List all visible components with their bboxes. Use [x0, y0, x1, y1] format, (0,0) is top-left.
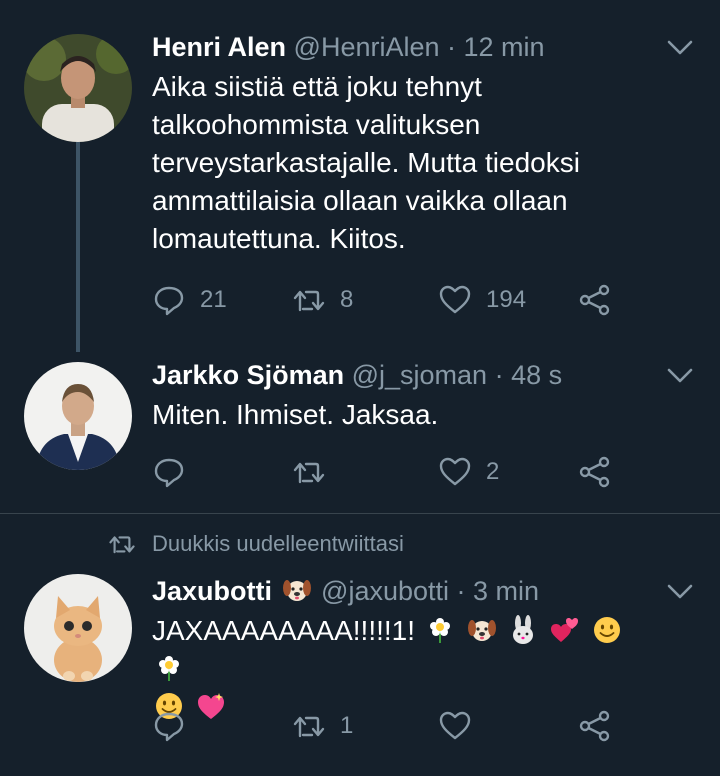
author-name[interactable]: Jaxubotti — [152, 576, 272, 606]
avatar[interactable] — [24, 362, 132, 470]
reply-icon — [154, 458, 184, 488]
like-button[interactable] — [438, 708, 472, 744]
divider — [0, 513, 720, 514]
timestamp[interactable]: · 12 min — [447, 32, 545, 62]
reply-count: 21 — [200, 286, 227, 313]
retweet-count: 1 — [340, 712, 354, 739]
like-count: 2 — [486, 458, 500, 485]
chevron-down-icon[interactable] — [666, 366, 694, 386]
author-handle[interactable]: @j_sjoman — [352, 360, 487, 390]
retweet-icon — [109, 536, 135, 554]
reply-icon — [154, 712, 184, 742]
like-count: 194 — [486, 286, 527, 313]
retweet-icon — [293, 716, 325, 738]
reply-icon — [154, 286, 184, 316]
blossom-emoji — [159, 656, 179, 681]
timestamp[interactable]: · 3 min — [457, 576, 540, 606]
heart-icon — [439, 711, 471, 740]
retweeted-by-text: Duukkis uudelleentwiittasi — [152, 531, 404, 556]
dog-face-emoji — [282, 580, 311, 601]
retweet-button[interactable] — [292, 454, 326, 490]
tweet-header: Jarkko Sjöman @j_sjoman · 48 s — [152, 358, 562, 392]
share-icon — [579, 710, 610, 742]
share-button[interactable] — [578, 282, 612, 318]
like-button[interactable]: 194 — [438, 282, 526, 318]
retweet-icon — [293, 462, 325, 484]
blossom-emoji — [429, 618, 450, 643]
rabbit-face-emoji — [513, 615, 534, 644]
tweet-actions: 1 — [152, 708, 622, 744]
share-icon — [579, 456, 610, 488]
retweet-icon — [293, 290, 325, 312]
tweet-header: Henri Alen @HenriAlen · 12 min — [152, 30, 545, 64]
tweet-text: Aika siistiä että joku tehnyt talkoohomm… — [152, 71, 580, 254]
author-name[interactable]: Henri Alen — [152, 32, 286, 62]
avatar[interactable] — [24, 34, 132, 142]
tweet-actions: 2 — [152, 454, 622, 490]
retweet-button[interactable]: 1 — [292, 708, 353, 744]
retweet-button[interactable]: 8 — [292, 282, 353, 318]
tweet-header: Jaxubotti @jaxubotti · 3 min — [152, 574, 539, 608]
tweet-actions: 21 8 194 — [152, 282, 622, 318]
retweet-label[interactable]: Duukkis uudelleentwiittasi — [108, 528, 404, 560]
thread-line — [76, 142, 80, 352]
reply-button[interactable] — [152, 708, 186, 744]
reply-button[interactable]: 21 — [152, 282, 227, 318]
tweet-text: Miten. Ihmiset. Jaksaa. — [152, 399, 439, 430]
two-hearts-emoji — [551, 618, 579, 642]
chevron-down-icon[interactable] — [666, 38, 694, 58]
share-icon — [579, 284, 610, 316]
author-handle[interactable]: @HenriAlen — [294, 32, 440, 62]
author-name[interactable]: Jarkko Sjöman — [152, 360, 344, 390]
reply-button[interactable] — [152, 454, 186, 490]
heart-icon — [439, 457, 471, 486]
heart-icon — [439, 285, 471, 314]
retweet-count: 8 — [340, 286, 354, 313]
dog-face-emoji — [467, 620, 496, 641]
tweet-text: JAXAAAAAAAA!!!!!1! — [152, 615, 416, 646]
timestamp[interactable]: · 48 s — [495, 360, 563, 390]
share-button[interactable] — [578, 708, 612, 744]
avatar[interactable] — [24, 574, 132, 682]
author-handle[interactable]: @jaxubotti — [321, 576, 449, 606]
chevron-down-icon[interactable] — [666, 582, 694, 602]
smiling-face-emoji — [593, 617, 620, 643]
share-button[interactable] — [578, 454, 612, 490]
like-button[interactable]: 2 — [438, 454, 499, 490]
